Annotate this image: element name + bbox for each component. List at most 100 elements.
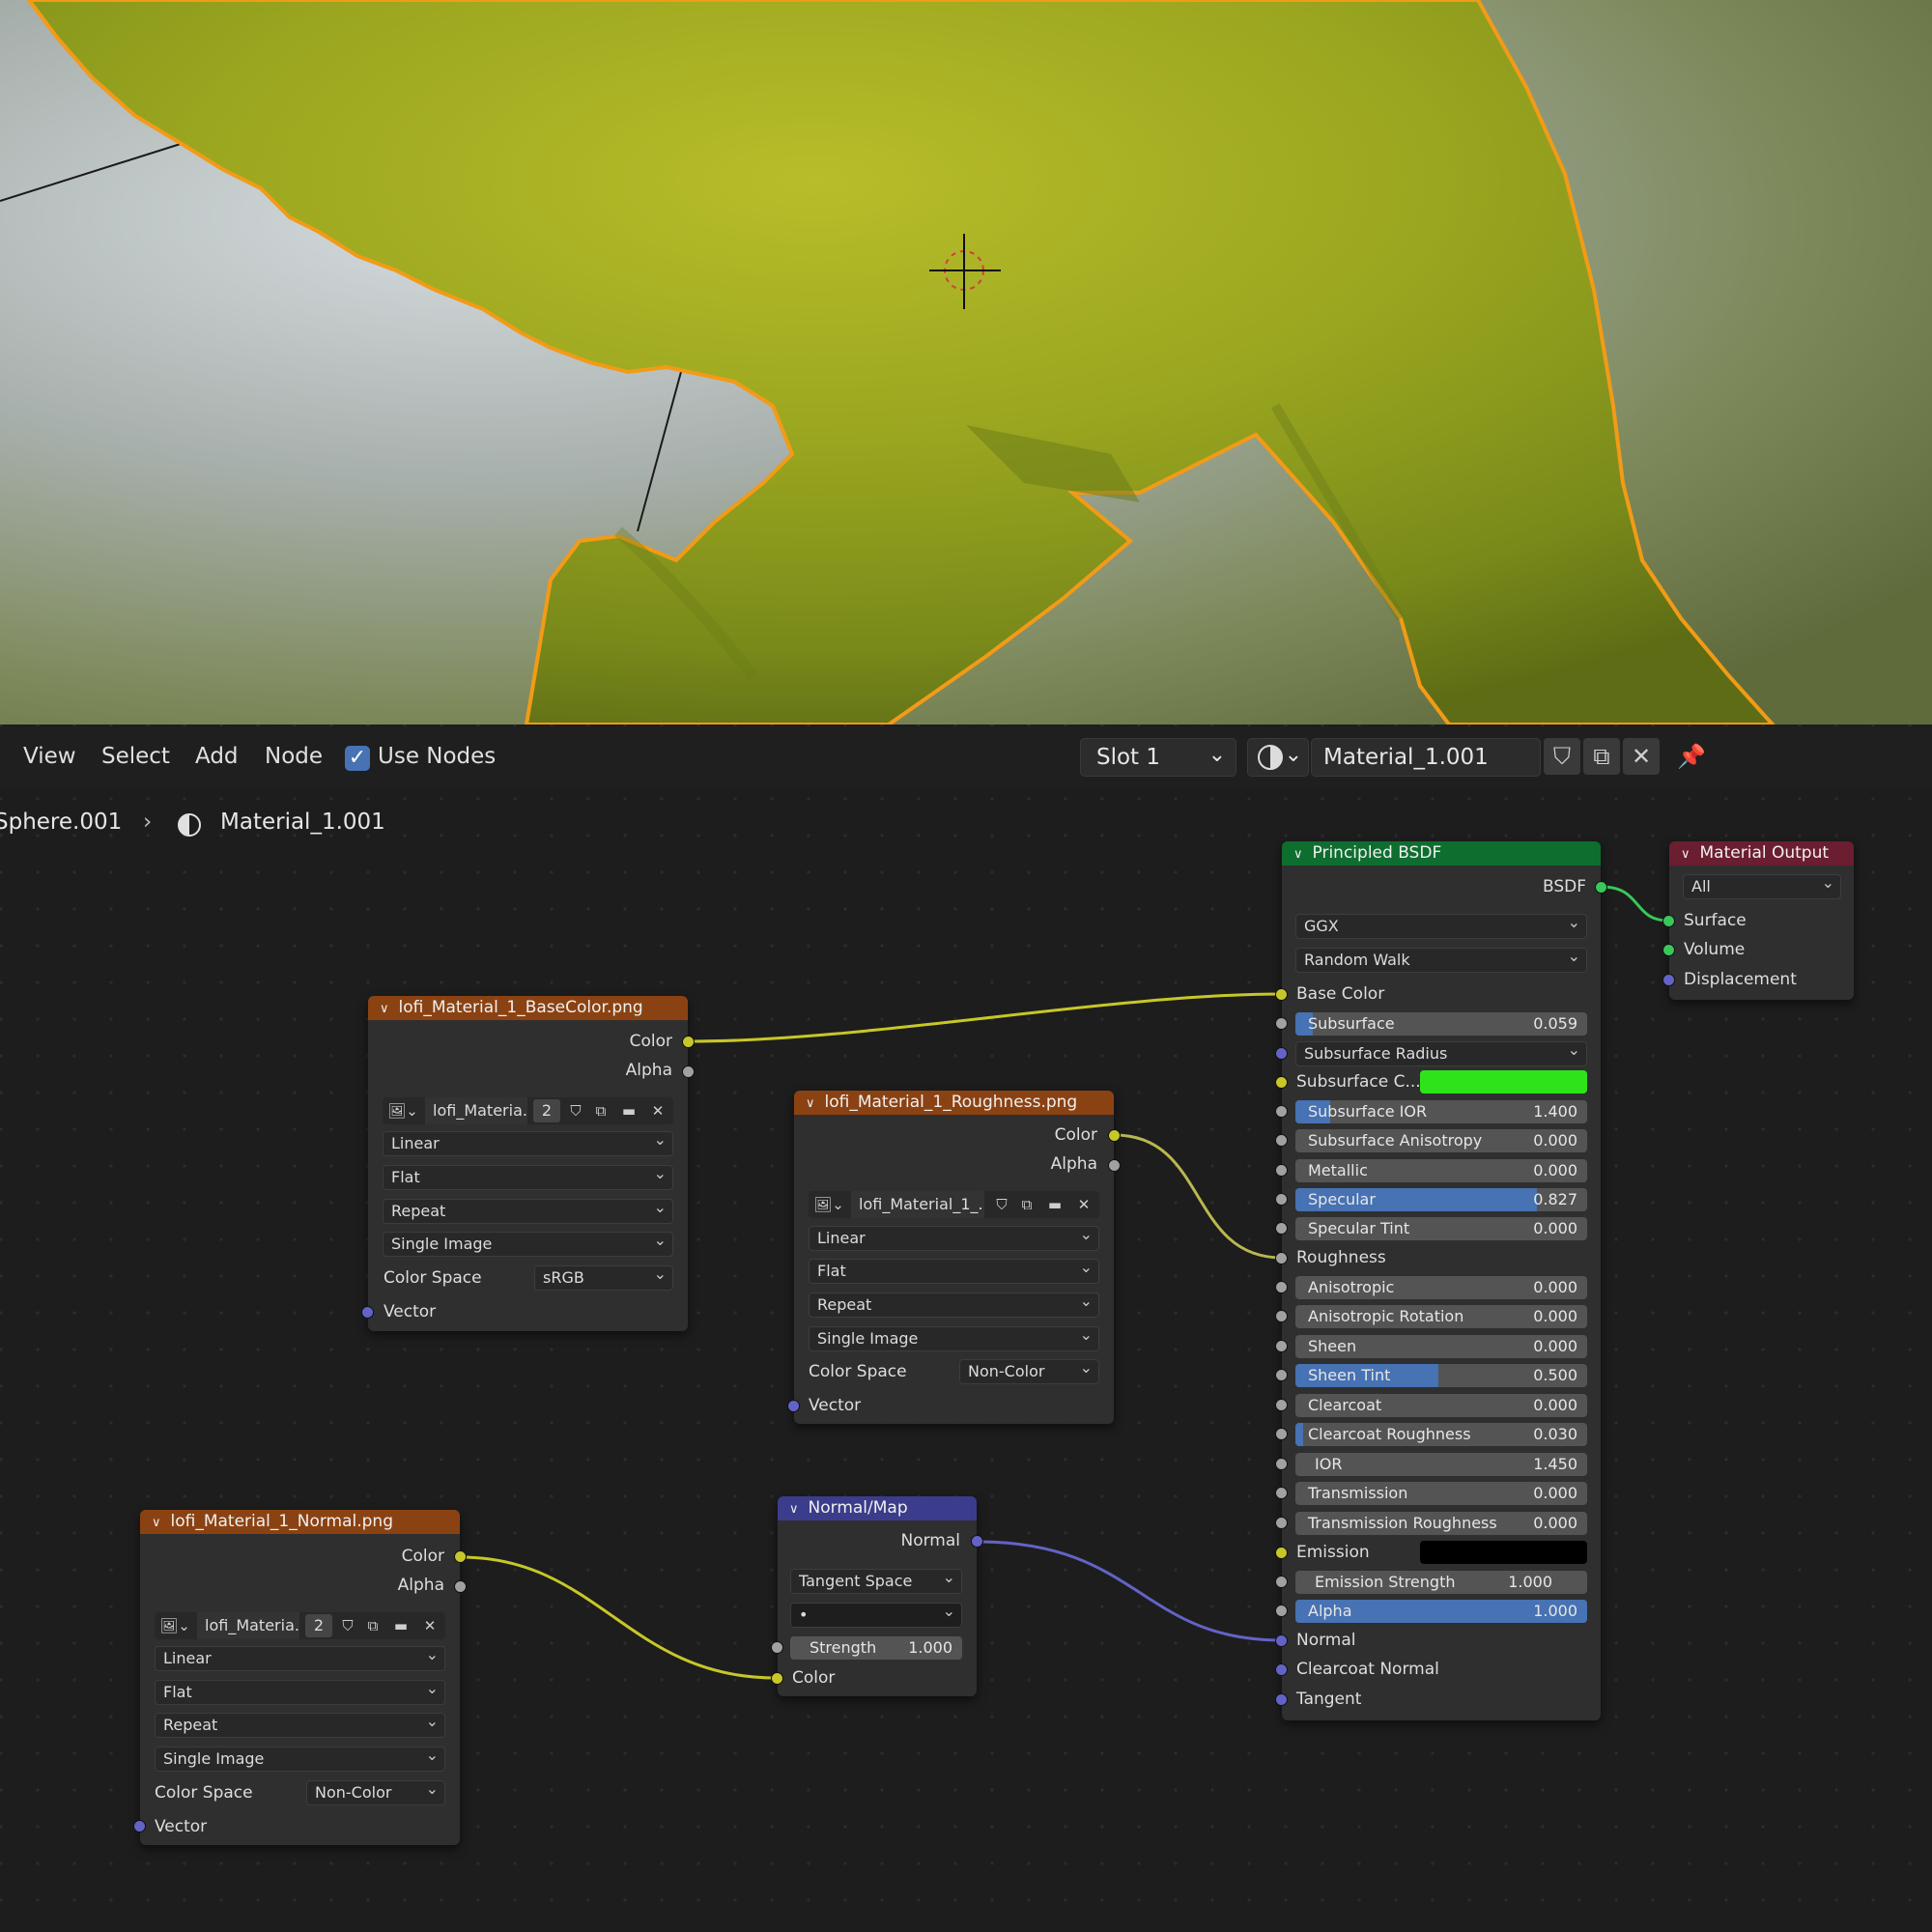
socket-roughness-in[interactable] (1276, 1253, 1287, 1264)
uv-map-field[interactable]: • (790, 1603, 962, 1628)
space-dropdown[interactable]: Tangent Space (790, 1569, 962, 1594)
specular-tint-slider[interactable]: Specular Tint 0.000 (1295, 1217, 1587, 1240)
source-dropdown[interactable]: Single Image (383, 1232, 673, 1257)
socket-clearcoat-normal-in[interactable] (1276, 1664, 1287, 1675)
socket-subsurface-anisotropy-in[interactable] (1276, 1135, 1287, 1146)
socket-specular-tint-in[interactable] (1276, 1223, 1287, 1234)
socket-sheen-in[interactable] (1276, 1341, 1287, 1351)
menu-select[interactable]: Select (101, 744, 170, 769)
extension-dropdown[interactable]: Repeat (809, 1293, 1099, 1318)
socket-clearcoat-roughness-in[interactable] (1276, 1429, 1287, 1439)
socket-color-in[interactable] (772, 1673, 782, 1684)
anisotropic-rotation-slider[interactable]: Anisotropic Rotation 0.000 (1295, 1305, 1587, 1328)
clearcoat-roughness-slider[interactable]: Clearcoat Roughness 0.030 (1295, 1423, 1587, 1446)
transmission-roughness-slider[interactable]: Transmission Roughness 0.000 (1295, 1512, 1587, 1535)
socket-color-out[interactable] (455, 1551, 466, 1562)
clearcoat-slider[interactable]: Clearcoat 0.000 (1295, 1394, 1587, 1417)
pin-icon[interactable]: 📌 (1673, 738, 1710, 775)
material-browse-button[interactable]: ⌄ (1247, 738, 1309, 777)
material-name-field[interactable]: Material_1.001 (1311, 738, 1541, 777)
fake-user-icon[interactable]: ⛉ (1544, 738, 1580, 775)
emission-color-swatch[interactable] (1420, 1541, 1587, 1564)
sheen-slider[interactable]: Sheen 0.000 (1295, 1335, 1587, 1358)
socket-metallic-in[interactable] (1276, 1165, 1287, 1176)
subsurface-anisotropy-slider[interactable]: Subsurface Anisotropy 0.000 (1295, 1129, 1587, 1152)
folder-icon[interactable]: ▬ (616, 1097, 641, 1124)
image-name-field[interactable]: lofi_Material_1_... (851, 1191, 984, 1218)
image-name-field[interactable]: lofi_Materia... (425, 1097, 527, 1124)
image-selector[interactable]: 🖼⌄ lofi_Materia... 2 ⛉ ⧉ ▬ ✕ (383, 1097, 673, 1124)
close-icon[interactable]: ✕ (1071, 1191, 1096, 1218)
fake-user-icon[interactable]: ⛉ (990, 1191, 1013, 1218)
socket-transmission-roughness-in[interactable] (1276, 1518, 1287, 1528)
use-nodes-checkbox[interactable]: ✓ (345, 746, 370, 771)
socket-alpha-out[interactable] (1109, 1160, 1120, 1171)
transmission-slider[interactable]: Transmission 0.000 (1295, 1482, 1587, 1505)
image-name-field[interactable]: lofi_Materia... (197, 1612, 299, 1639)
close-icon[interactable]: ✕ (645, 1097, 670, 1124)
duplicate-icon[interactable]: ⧉ (589, 1097, 612, 1124)
extension-dropdown[interactable]: Repeat (383, 1199, 673, 1224)
subsurface-radius-dropdown[interactable]: Subsurface Radius (1295, 1041, 1587, 1066)
socket-surface-in[interactable] (1663, 916, 1674, 926)
image-icon[interactable]: 🖼⌄ (156, 1612, 193, 1639)
socket-alpha-out[interactable] (683, 1066, 694, 1077)
close-icon[interactable]: ✕ (417, 1612, 442, 1639)
socket-vector-in[interactable] (788, 1401, 799, 1411)
socket-subsurface-ior-in[interactable] (1276, 1106, 1287, 1117)
node-header[interactable]: ∨ Material Output (1669, 841, 1854, 866)
interpolation-dropdown[interactable]: Linear (809, 1226, 1099, 1251)
image-selector[interactable]: 🖼⌄ lofi_Materia... 2 ⛉ ⧉ ▬ ✕ (155, 1612, 445, 1639)
node-normal-map[interactable]: ∨ Normal/Map (778, 1496, 977, 1696)
socket-anisotropic-in[interactable] (1276, 1282, 1287, 1293)
socket-displacement-in[interactable] (1663, 975, 1674, 985)
image-selector[interactable]: 🖼⌄ lofi_Material_1_... ⛉ ⧉ ▬ ✕ (809, 1191, 1099, 1218)
fake-user-icon[interactable]: ⛉ (336, 1612, 359, 1639)
menu-view[interactable]: View (23, 744, 76, 769)
socket-color-out[interactable] (683, 1037, 694, 1047)
slot-dropdown[interactable]: Slot 1 ⌄ (1080, 738, 1236, 777)
3d-viewport[interactable] (0, 0, 1932, 724)
source-dropdown[interactable]: Single Image (809, 1326, 1099, 1351)
subsurface-ior-slider[interactable]: Subsurface IOR 1.400 (1295, 1100, 1587, 1123)
menu-node[interactable]: Node (265, 744, 323, 769)
socket-subsurface-radius-in[interactable] (1276, 1048, 1287, 1059)
socket-sheen-tint-in[interactable] (1276, 1370, 1287, 1380)
socket-specular-in[interactable] (1276, 1194, 1287, 1205)
socket-color-out[interactable] (1109, 1130, 1120, 1141)
socket-normal-in[interactable] (1276, 1635, 1287, 1646)
sheen-tint-slider[interactable]: Sheen Tint 0.500 (1295, 1364, 1587, 1387)
duplicate-icon[interactable]: ⧉ (1015, 1191, 1038, 1218)
menu-add[interactable]: Add (195, 744, 239, 769)
image-icon[interactable]: 🖼⌄ (384, 1097, 421, 1124)
node-header[interactable]: ∨ Normal/Map (778, 1496, 977, 1520)
image-icon[interactable]: 🖼⌄ (810, 1191, 847, 1218)
socket-tangent-in[interactable] (1276, 1694, 1287, 1705)
extension-dropdown[interactable]: Repeat (155, 1713, 445, 1738)
emission-strength-slider[interactable]: Emission Strength 1.000 (1295, 1571, 1587, 1594)
socket-volume-in[interactable] (1663, 945, 1674, 955)
fake-user-icon[interactable]: ⛉ (564, 1097, 587, 1124)
socket-emission-in[interactable] (1276, 1548, 1287, 1558)
socket-transmission-in[interactable] (1276, 1488, 1287, 1498)
socket-bsdf-out[interactable] (1596, 882, 1606, 893)
socket-base-color-in[interactable] (1276, 989, 1287, 1000)
projection-dropdown[interactable]: Flat (383, 1165, 673, 1190)
socket-subsurface-in[interactable] (1276, 1018, 1287, 1029)
subsurface-method-dropdown[interactable]: Random Walk (1295, 948, 1587, 973)
color-space-dropdown[interactable]: sRGB (534, 1265, 673, 1291)
anisotropic-slider[interactable]: Anisotropic 0.000 (1295, 1276, 1587, 1299)
subsurface-slider[interactable]: Subsurface 0.059 (1295, 1012, 1587, 1036)
close-icon[interactable]: ✕ (1623, 738, 1660, 775)
socket-normal-out[interactable] (972, 1536, 982, 1547)
socket-alpha-out[interactable] (455, 1581, 466, 1592)
alpha-slider[interactable]: Alpha 1.000 (1295, 1600, 1587, 1623)
socket-strength-in[interactable] (772, 1642, 782, 1653)
folder-icon[interactable]: ▬ (388, 1612, 413, 1639)
subsurface-color-swatch[interactable] (1420, 1070, 1587, 1094)
ior-slider[interactable]: IOR 1.450 (1295, 1453, 1587, 1476)
node-header[interactable]: ∨ lofi_Material_1_Roughness.png (794, 1091, 1114, 1115)
duplicate-icon[interactable]: ⧉ (361, 1612, 384, 1639)
socket-clearcoat-in[interactable] (1276, 1400, 1287, 1410)
projection-dropdown[interactable]: Flat (155, 1680, 445, 1705)
